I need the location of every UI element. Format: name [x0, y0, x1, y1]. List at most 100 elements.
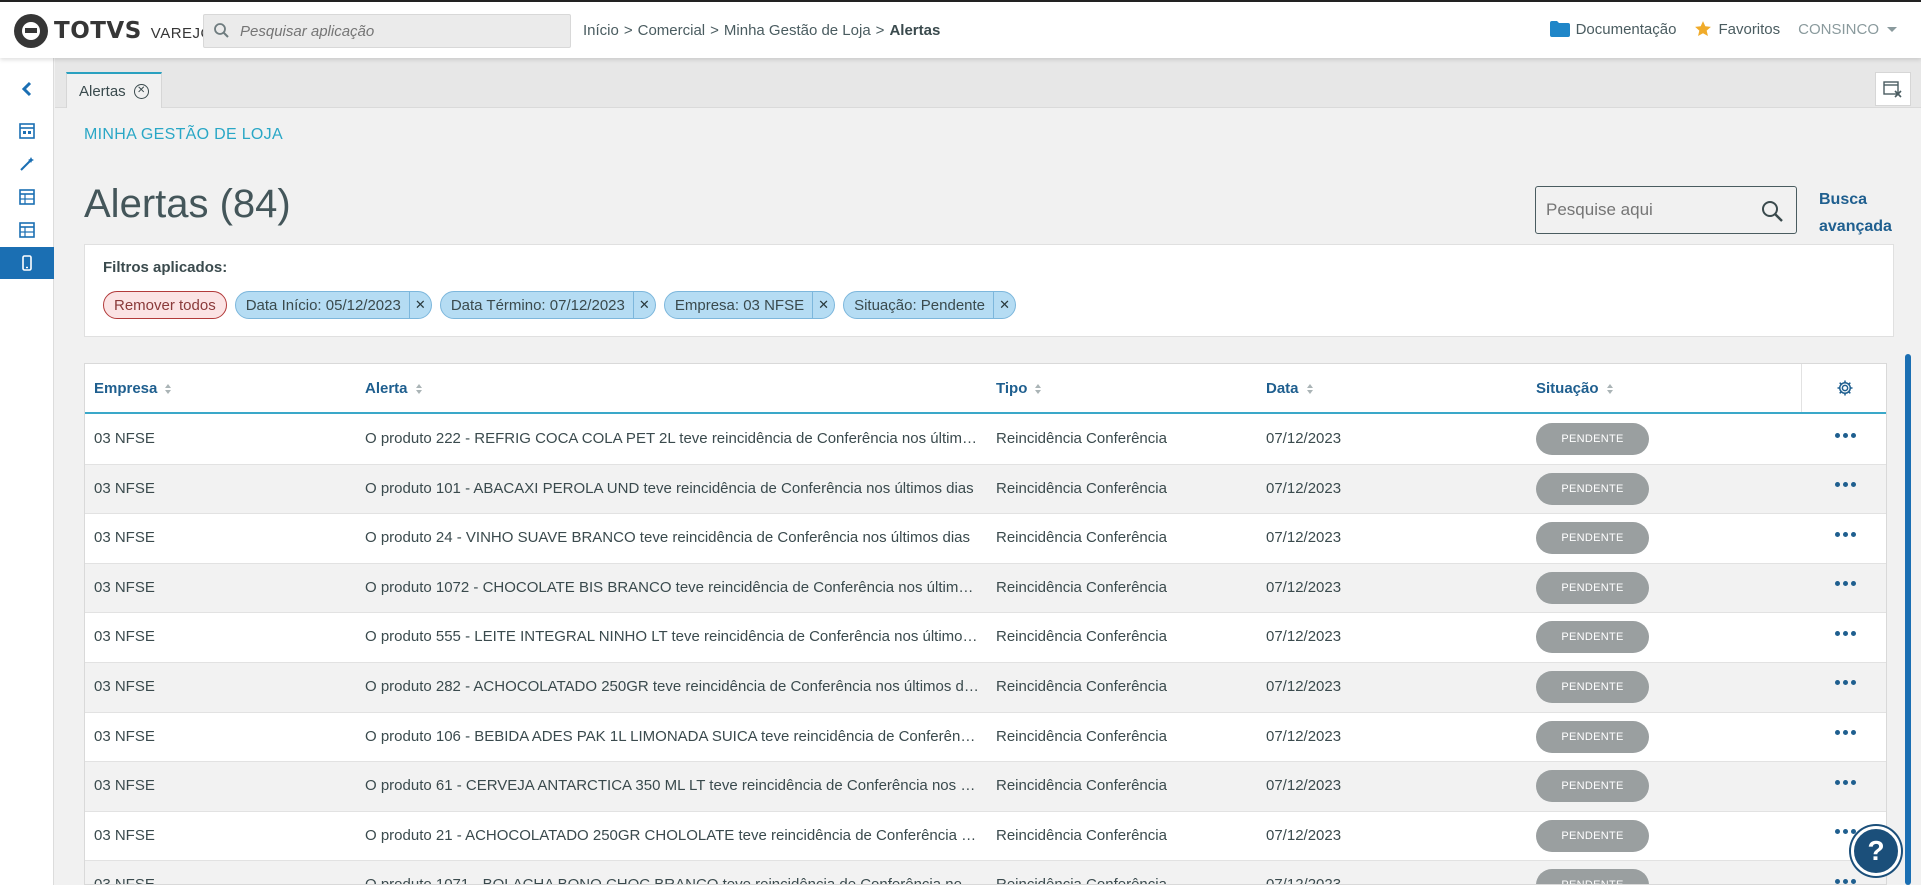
tab-alertas[interactable]: Alertas ✕ [66, 72, 162, 108]
search-icon[interactable] [1760, 199, 1784, 223]
side-item-dashboard[interactable] [0, 115, 54, 147]
more-options-icon[interactable] [1832, 574, 1858, 594]
side-item-tools[interactable] [0, 148, 54, 180]
more-options-icon[interactable] [1832, 772, 1858, 792]
side-item-grid-2[interactable] [0, 214, 54, 246]
cell-empresa: 03 NFSE [94, 430, 155, 447]
filter-chip-label: Situação: Pendente [854, 296, 986, 314]
table-settings-button[interactable] [1801, 364, 1886, 412]
cell-empresa: 03 NFSE [94, 727, 155, 745]
user-name: CONSINCO [1798, 20, 1879, 38]
totvs-logo-icon [14, 14, 48, 48]
help-button[interactable]: ? [1851, 826, 1901, 876]
cell-data: 07/12/2023 [1266, 628, 1342, 646]
page-title: Alertas (84) [84, 182, 291, 226]
chevron-down-icon [1887, 26, 1897, 32]
favorites-link[interactable]: Favoritos [1694, 20, 1780, 38]
brand-name: TOTVS [54, 18, 142, 44]
table-row[interactable]: 03 NFSE O produto 61 - CERVEJA ANTARCTIC… [85, 762, 1886, 812]
status-badge: PENDENTE [1536, 621, 1649, 654]
cell-empresa: 03 NFSE [94, 479, 155, 497]
cell-data: 07/12/2023 [1266, 529, 1342, 547]
header-actions: Documentação Favoritos CONSINCO [1532, 20, 1897, 38]
cell-alerta: O produto 21 - ACHOCOLATADO 250GR CHOLOL… [365, 826, 980, 844]
search-icon [214, 23, 229, 38]
cell-data: 07/12/2023 [1266, 777, 1342, 795]
app-search-box[interactable] [203, 14, 571, 48]
breadcrumb-comercial[interactable]: Comercial [638, 22, 706, 39]
close-all-tabs-button[interactable] [1875, 72, 1911, 106]
more-options-icon[interactable] [1832, 524, 1858, 544]
more-options-icon[interactable] [1832, 723, 1858, 743]
totvs-logo[interactable]: TOTVS VAREJO [14, 14, 213, 48]
dashboard-icon [19, 123, 35, 139]
side-item-mobile[interactable] [0, 247, 54, 279]
column-header-alerta[interactable]: Alerta [365, 380, 422, 397]
cell-alerta: O produto 282 - ACHOCOLATADO 250GR teve … [365, 677, 980, 695]
column-header-data[interactable]: Data [1266, 380, 1313, 397]
breadcrumb-current: Alertas [889, 22, 941, 39]
favorites-label: Favoritos [1718, 20, 1781, 38]
top-bar: TOTVS VAREJO Início > Comercial > Minha … [0, 0, 1921, 58]
collapse-menu-button[interactable] [0, 73, 54, 105]
more-options-icon[interactable] [1832, 425, 1858, 445]
cell-data: 07/12/2023 [1266, 430, 1342, 447]
cell-tipo: Reincidência Conferência [996, 777, 1167, 795]
column-header-empresa[interactable]: Empresa [94, 380, 172, 397]
table-header: Empresa Alerta Tipo Data Situação [85, 364, 1886, 414]
table-row[interactable]: 03 NFSE O produto 222 - REFRIG COCA COLA… [85, 415, 1886, 465]
documentation-link[interactable]: Documentação [1549, 21, 1676, 38]
page-scrollbar[interactable] [1905, 354, 1911, 885]
cell-data: 07/12/2023 [1266, 677, 1342, 695]
more-options-icon[interactable] [1832, 871, 1858, 884]
close-icon[interactable]: ✕ [632, 292, 655, 318]
sort-icon [415, 383, 422, 394]
column-label: Data [1266, 380, 1299, 397]
user-menu[interactable]: CONSINCO [1798, 21, 1897, 38]
star-icon [1695, 21, 1712, 37]
table-row[interactable]: 03 NFSE O produto 106 - BEBIDA ADES PAK … [85, 713, 1886, 763]
filters-label: Filtros aplicados: [103, 259, 228, 276]
cell-tipo: Reincidência Conferência [996, 826, 1167, 844]
table-row[interactable]: 03 NFSE O produto 1071 - BOLACHA BONO CH… [85, 861, 1886, 885]
table-row[interactable]: 03 NFSE O produto 282 - ACHOCOLATADO 250… [85, 662, 1886, 713]
table-row[interactable]: 03 NFSE O produto 101 - ABACAXI PEROLA U… [85, 464, 1886, 515]
app-search-input[interactable] [240, 22, 560, 40]
column-label: Situação [1536, 380, 1599, 397]
table-row[interactable]: 03 NFSE O produto 555 - LEITE INTEGRAL N… [85, 613, 1886, 663]
advanced-search-link[interactable]: Busca avançada [1819, 186, 1899, 240]
more-options-icon[interactable] [1832, 673, 1858, 693]
cell-alerta: O produto 222 - REFRIG COCA COLA PET 2L … [365, 430, 980, 447]
close-icon[interactable]: ✕ [408, 292, 431, 318]
sort-icon [1306, 383, 1313, 394]
side-item-grid-1[interactable] [0, 181, 54, 213]
close-icon[interactable]: ✕ [993, 292, 1015, 318]
sort-icon [1035, 383, 1042, 394]
alerts-search-input[interactable] [1546, 200, 1756, 220]
table-row[interactable]: 03 NFSE O produto 21 - ACHOCOLATADO 250G… [85, 812, 1886, 862]
alerts-search-box[interactable] [1535, 186, 1797, 234]
column-header-tipo[interactable]: Tipo [996, 380, 1042, 397]
column-label: Tipo [996, 380, 1028, 397]
breadcrumb-home[interactable]: Início [583, 22, 619, 39]
tab-label: Alertas [79, 82, 126, 100]
cell-alerta: O produto 24 - VINHO SUAVE BRANCO teve r… [365, 529, 970, 547]
column-header-situacao[interactable]: Situação [1536, 380, 1613, 397]
more-options-icon[interactable] [1832, 475, 1858, 495]
more-options-icon[interactable] [1832, 623, 1858, 643]
cell-alerta: O produto 555 - LEITE INTEGRAL NINHO LT … [365, 628, 980, 646]
breadcrumb-minha-gestao[interactable]: Minha Gestão de Loja [724, 22, 871, 39]
status-badge: PENDENTE [1536, 423, 1649, 455]
cell-tipo: Reincidência Conferência [996, 479, 1167, 497]
cell-tipo: Reincidência Conferência [996, 529, 1167, 547]
close-icon[interactable]: ✕ [812, 292, 834, 318]
cell-data: 07/12/2023 [1266, 727, 1342, 745]
status-badge: PENDENTE [1536, 670, 1649, 703]
table-row[interactable]: 03 NFSE O produto 1072 - CHOCOLATE BIS B… [85, 563, 1886, 614]
cell-tipo: Reincidência Conferência [996, 876, 1167, 885]
status-badge: PENDENTE [1536, 819, 1649, 852]
remove-all-filters-button[interactable]: Remover todos [103, 291, 227, 319]
close-tab-icon[interactable]: ✕ [133, 83, 149, 99]
table-row[interactable]: 03 NFSE O produto 24 - VINHO SUAVE BRANC… [85, 514, 1886, 564]
sort-icon [165, 383, 172, 394]
